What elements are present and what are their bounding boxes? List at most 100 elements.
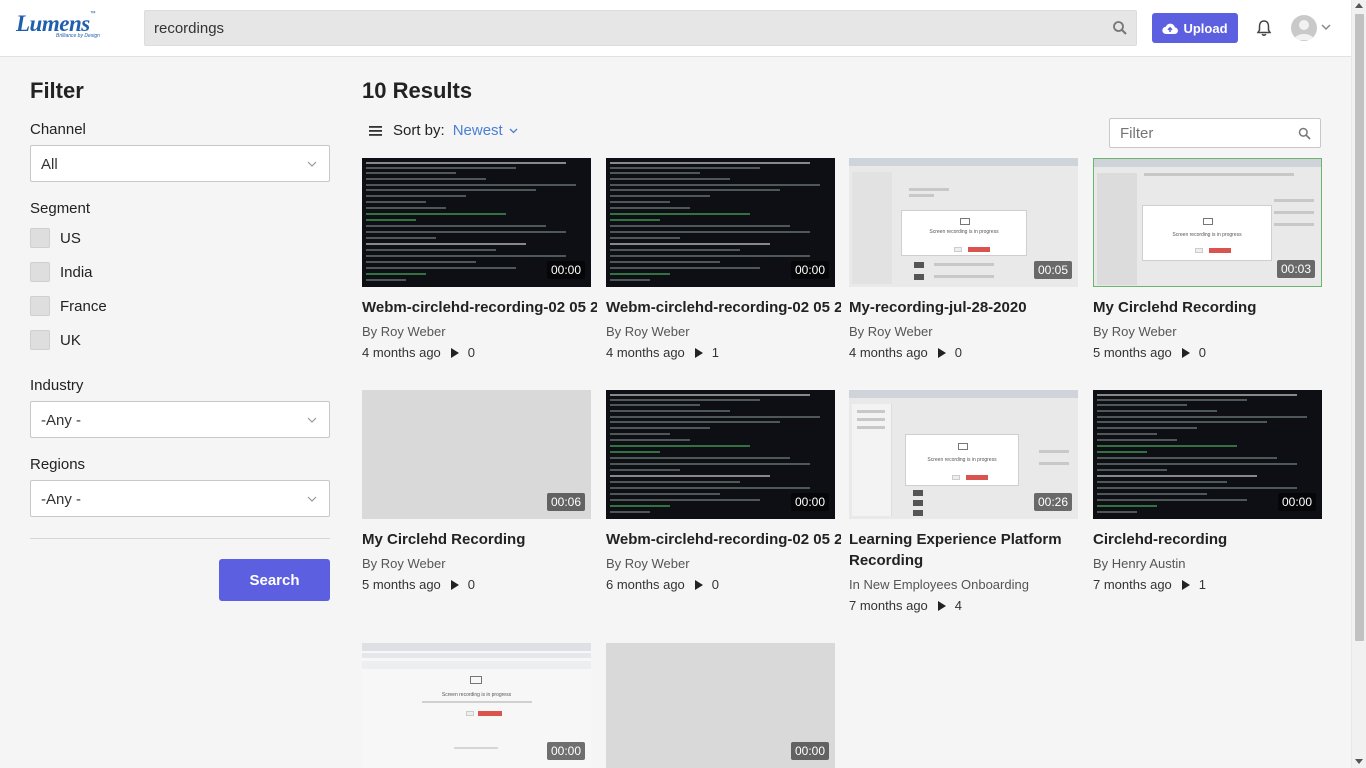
segment-checkbox[interactable] xyxy=(30,296,50,316)
video-title[interactable]: My Circlehd Recording xyxy=(362,529,597,550)
video-author: By Roy Weber xyxy=(606,556,690,571)
video-age: 4 months ago xyxy=(606,345,685,360)
play-icon xyxy=(1181,579,1190,590)
video-title[interactable]: Webm-circlehd-recording-02 05 20 xyxy=(606,297,841,318)
video-thumbnail[interactable]: Screen recording is in progress 00:05 xyxy=(849,158,1078,287)
video-duration: 00:03 xyxy=(1276,260,1315,278)
video-age: 4 months ago xyxy=(362,345,441,360)
chevron-down-icon xyxy=(307,161,317,167)
segment-option-uk[interactable]: UK xyxy=(30,330,81,350)
search-button[interactable]: Search xyxy=(219,559,330,601)
video-thumbnail[interactable]: Screen recording is in progress 00:00 xyxy=(362,643,591,768)
video-views: 0 xyxy=(467,345,476,360)
segment-option-india[interactable]: India xyxy=(30,262,93,282)
sort-value[interactable]: Newest xyxy=(453,122,503,139)
video-duration: 00:05 xyxy=(1033,261,1072,279)
video-meta: 4 months ago 1 xyxy=(606,345,719,360)
video-duration: 00:00 xyxy=(546,742,585,760)
sort-control[interactable]: Sort by: Newest xyxy=(369,122,518,139)
video-views: 0 xyxy=(467,577,476,592)
industry-select[interactable]: -Any - xyxy=(30,401,330,438)
upload-cloud-icon xyxy=(1162,23,1179,34)
video-age: 5 months ago xyxy=(1093,345,1172,360)
video-author: By Henry Austin xyxy=(1093,556,1186,571)
play-icon xyxy=(1181,347,1190,358)
video-author: By Roy Weber xyxy=(849,324,933,339)
video-thumbnail[interactable]: Screen recording is in progress 00:03 xyxy=(1093,158,1322,287)
video-thumbnail[interactable]: 00:00 xyxy=(606,390,835,519)
video-thumbnail[interactable]: 00:00 xyxy=(362,158,591,287)
industry-select-value: -Any - xyxy=(41,412,82,429)
scrollbar-thumb[interactable] xyxy=(1355,14,1364,641)
video-card[interactable]: Screen recording is in progress 00:00 xyxy=(362,643,591,768)
segment-option-label: US xyxy=(60,229,81,247)
play-icon xyxy=(937,600,946,611)
video-thumbnail[interactable]: 00:00 xyxy=(606,158,835,287)
segment-option-us[interactable]: US xyxy=(30,228,81,248)
results-title: 10 Results xyxy=(362,78,473,103)
segment-option-france[interactable]: France xyxy=(30,296,107,316)
bell-icon[interactable] xyxy=(1255,19,1273,37)
video-views: 0 xyxy=(1198,345,1207,360)
video-meta: 5 months ago 0 xyxy=(362,577,475,592)
video-thumbnail[interactable]: 00:00 xyxy=(606,643,835,768)
channel-select[interactable]: All xyxy=(30,145,330,182)
global-search-input[interactable] xyxy=(145,11,1085,45)
sort-lines-icon xyxy=(369,125,382,136)
video-thumbnail[interactable]: 00:06 xyxy=(362,390,591,519)
video-age: 7 months ago xyxy=(1093,577,1172,592)
video-title[interactable]: My Circlehd Recording xyxy=(1093,297,1328,318)
video-title[interactable]: Webm-circlehd-recording-02 05 20 xyxy=(606,529,841,550)
upload-button-label: Upload xyxy=(1183,20,1228,36)
video-title[interactable]: Learning Experience Platform Recording xyxy=(849,529,1084,571)
play-icon xyxy=(450,579,459,590)
video-meta: 7 months ago 4 xyxy=(849,598,962,613)
video-author: By Roy Weber xyxy=(362,324,446,339)
video-duration: 00:26 xyxy=(1033,493,1072,511)
segment-option-label: UK xyxy=(60,331,81,349)
segment-checkbox[interactable] xyxy=(30,262,50,282)
video-author: By Roy Weber xyxy=(362,556,446,571)
video-duration: 00:00 xyxy=(546,261,585,279)
lumens-logo[interactable]: Lumens™ Brilliance by Design xyxy=(16,11,116,45)
video-duration: 00:00 xyxy=(790,261,829,279)
industry-label: Industry xyxy=(30,377,84,394)
video-author: By Roy Weber xyxy=(606,324,690,339)
video-age: 7 months ago xyxy=(849,598,928,613)
chevron-down-icon xyxy=(307,417,317,423)
scroll-down-arrow[interactable] xyxy=(1355,759,1363,764)
video-author: By Roy Weber xyxy=(1093,324,1177,339)
top-header: Lumens™ Brilliance by Design Upload xyxy=(0,0,1351,57)
upload-button[interactable]: Upload xyxy=(1152,13,1238,43)
video-meta: 5 months ago 0 xyxy=(1093,345,1206,360)
video-title[interactable]: Webm-circlehd-recording-02 05 20 xyxy=(362,297,597,318)
video-duration: 00:06 xyxy=(546,493,585,511)
sort-label: Sort by: xyxy=(393,122,445,139)
search-icon[interactable] xyxy=(1112,20,1128,36)
video-title[interactable]: Circlehd-recording xyxy=(1093,529,1328,550)
page-scrollbar[interactable] xyxy=(1351,0,1366,768)
video-duration: 00:00 xyxy=(790,493,829,511)
logo-tagline: Brilliance by Design xyxy=(56,33,100,39)
video-title[interactable]: My-recording-jul-28-2020 xyxy=(849,297,1084,318)
video-thumbnail[interactable]: 00:00 xyxy=(1093,390,1322,519)
video-views: 1 xyxy=(711,345,720,360)
search-icon[interactable] xyxy=(1298,127,1311,140)
segment-checkbox[interactable] xyxy=(30,228,50,248)
video-views: 4 xyxy=(954,598,963,613)
video-views: 0 xyxy=(954,345,963,360)
regions-select[interactable]: -Any - xyxy=(30,480,330,517)
segment-label: Segment xyxy=(30,200,91,217)
regions-select-value: -Any - xyxy=(41,491,82,508)
chevron-down-icon[interactable] xyxy=(1320,21,1332,33)
video-duration: 00:00 xyxy=(790,742,829,760)
video-age: 6 months ago xyxy=(606,577,685,592)
regions-label: Regions xyxy=(30,456,86,473)
segment-checkbox[interactable] xyxy=(30,330,50,350)
results-filter-input[interactable] xyxy=(1110,119,1290,147)
video-thumbnail[interactable]: Screen recording is in progress 00:26 xyxy=(849,390,1078,519)
scroll-up-arrow[interactable] xyxy=(1355,3,1363,8)
video-meta: 7 months ago 1 xyxy=(1093,577,1206,592)
video-card[interactable]: 00:00 xyxy=(606,643,835,768)
avatar[interactable] xyxy=(1291,15,1317,41)
